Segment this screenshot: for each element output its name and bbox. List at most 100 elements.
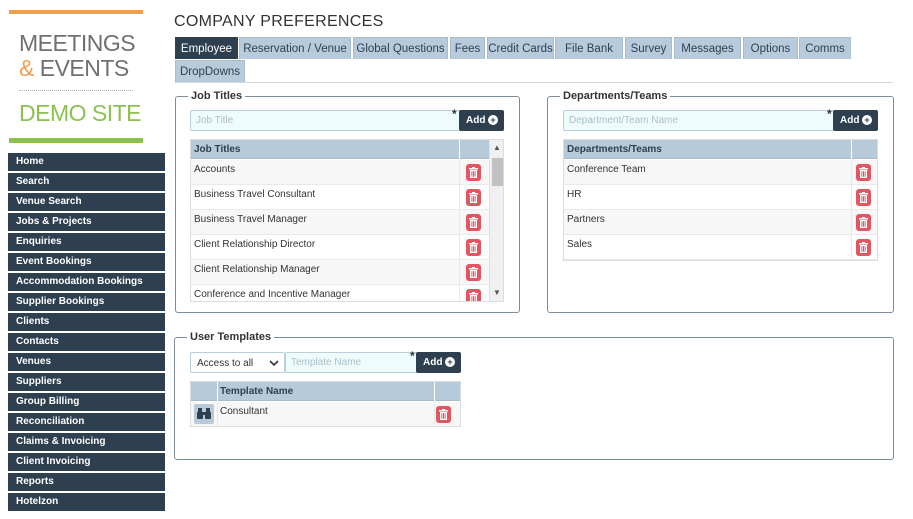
nav-item-suppliers[interactable]: Suppliers: [8, 373, 165, 391]
delete-button[interactable]: [856, 239, 871, 256]
tab-file-bank[interactable]: File Bank: [555, 37, 623, 59]
add-template-button[interactable]: Add +: [416, 352, 461, 373]
row-label: HR: [567, 189, 582, 200]
row-label: Business Travel Manager: [194, 214, 307, 225]
row-label: Accounts: [194, 164, 236, 175]
column-separator: [459, 235, 460, 259]
scrollbar-thumb[interactable]: [492, 158, 503, 186]
row-label: Consultant: [220, 406, 268, 417]
delete-button[interactable]: [466, 264, 481, 281]
user-templates-legend: User Templates: [190, 331, 272, 343]
nav-item-enquiries[interactable]: Enquiries: [8, 233, 165, 251]
delete-button[interactable]: [466, 214, 481, 231]
add-department-button[interactable]: Add +: [833, 110, 878, 131]
scroll-down-arrow-icon[interactable]: ▼: [493, 288, 501, 297]
add-job-title-button[interactable]: Add +: [459, 110, 504, 131]
nav-item-claims-invoicing[interactable]: Claims & Invoicing: [8, 433, 165, 451]
table-row: Partners: [564, 210, 877, 235]
add-department-label: Add: [840, 115, 860, 126]
delete-button[interactable]: [466, 239, 481, 256]
departments-table: Departments/Teams Conference Team HR Partn…: [563, 139, 878, 261]
trash-icon: [469, 292, 478, 301]
row-label: Sales: [567, 239, 593, 250]
table-row: Conference Team: [564, 160, 877, 185]
table-row: Consultant: [191, 402, 460, 426]
row-label: Partners: [567, 214, 605, 225]
delete-button[interactable]: [466, 289, 481, 301]
delete-button[interactable]: [856, 164, 871, 181]
departments-column-header: Departments/Teams: [564, 140, 877, 159]
tab-messages[interactable]: Messages: [674, 37, 741, 59]
nav-item-venues[interactable]: Venues: [8, 353, 165, 371]
table-row: Business Travel Manager: [191, 210, 489, 235]
tab-dropdowns[interactable]: DropDowns: [175, 60, 245, 82]
column-separator: [851, 160, 852, 184]
tab-employee[interactable]: Employee: [175, 37, 238, 59]
access-level-select[interactable]: Access to all: [190, 352, 285, 373]
trash-icon: [859, 217, 868, 228]
delete-button[interactable]: [856, 189, 871, 206]
column-separator: [434, 402, 435, 426]
nav-item-event-bookings[interactable]: Event Bookings: [8, 253, 165, 271]
nav-item-jobs-projects[interactable]: Jobs & Projects: [8, 213, 165, 231]
departments-legend: Departments/Teams: [563, 90, 668, 102]
column-separator: [217, 402, 218, 426]
nav-item-accommodation-bookings[interactable]: Accommodation Bookings: [8, 273, 165, 291]
plus-circle-icon: +: [488, 115, 498, 125]
nav-item-reports[interactable]: Reports: [8, 473, 165, 491]
template-name-input[interactable]: [285, 352, 417, 373]
chevron-down-icon: [269, 360, 279, 367]
job-titles-legend: Job Titles: [191, 90, 243, 102]
job-title-input[interactable]: [190, 110, 460, 131]
row-label: Conference Team: [567, 164, 646, 175]
table-row: HR: [564, 185, 877, 210]
job-titles-scrollbar[interactable]: ▲ ▼: [489, 140, 503, 301]
job-titles-table: Job Titles ▲ ▼ Accounts Business Travel C…: [190, 139, 504, 302]
column-separator: [434, 382, 435, 401]
delete-button[interactable]: [436, 406, 451, 423]
nav-item-supplier-bookings[interactable]: Supplier Bookings: [8, 293, 165, 311]
nav-item-contacts[interactable]: Contacts: [8, 333, 165, 351]
logo-divider: [19, 90, 133, 91]
nav-item-search[interactable]: Search: [8, 173, 165, 191]
tab-fees[interactable]: Fees: [450, 37, 485, 59]
nav-item-clients[interactable]: Clients: [8, 313, 165, 331]
logo-text-demo-site: DEMO SITE: [19, 100, 142, 126]
template-required-mark: *: [410, 349, 415, 363]
tab-survey[interactable]: Survey: [625, 37, 672, 59]
delete-button[interactable]: [466, 189, 481, 206]
row-label: Business Travel Consultant: [194, 189, 316, 200]
trash-icon: [859, 192, 868, 203]
column-separator: [459, 185, 460, 209]
view-template-button[interactable]: [194, 404, 214, 424]
plus-circle-icon: +: [862, 115, 872, 125]
column-separator: [851, 235, 852, 259]
tab-credit-cards[interactable]: Credit Cards: [487, 37, 554, 59]
logo-bottom-bar: [9, 138, 143, 143]
nav-item-home[interactable]: Home: [8, 153, 165, 171]
nav-item-client-invoicing[interactable]: Client Invoicing: [8, 453, 165, 471]
tab-options[interactable]: Options: [743, 37, 798, 59]
tab-comms[interactable]: Comms: [799, 37, 851, 59]
column-separator: [851, 185, 852, 209]
tab-global-questions[interactable]: Global Questions: [353, 37, 448, 59]
nav-item-group-billing[interactable]: Group Billing: [8, 393, 165, 411]
trash-icon: [469, 267, 478, 278]
nav-item-venue-search[interactable]: Venue Search: [8, 193, 165, 211]
trash-icon: [469, 192, 478, 203]
column-separator: [851, 140, 852, 159]
trash-icon: [439, 409, 448, 420]
column-separator: [459, 210, 460, 234]
trash-icon: [469, 242, 478, 253]
logo-text-events: & EVENTS: [19, 55, 129, 82]
row-label: Client Relationship Manager: [194, 264, 320, 275]
scroll-up-arrow-icon[interactable]: ▲: [493, 143, 501, 152]
nav-item-reconciliation[interactable]: Reconciliation: [8, 413, 165, 431]
tab-reservation-venue[interactable]: Reservation / Venue: [239, 37, 351, 59]
department-input[interactable]: [563, 110, 834, 131]
plus-circle-icon: +: [445, 357, 455, 367]
delete-button[interactable]: [466, 164, 481, 181]
delete-button[interactable]: [856, 214, 871, 231]
nav-item-hotelzon[interactable]: Hotelzon: [8, 493, 165, 511]
column-separator: [459, 285, 460, 301]
